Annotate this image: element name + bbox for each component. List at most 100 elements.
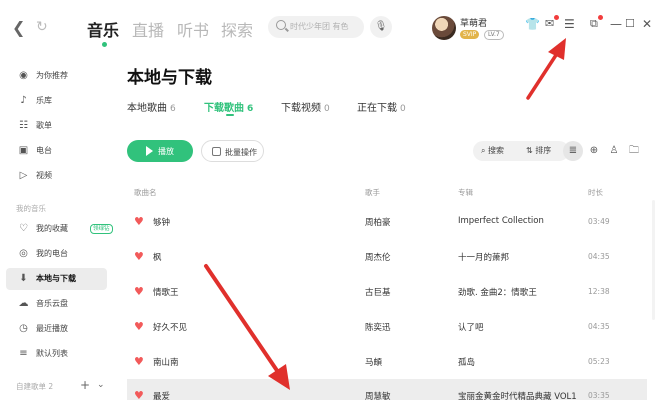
add-playlist-icon[interactable]: +: [80, 378, 90, 392]
song-title[interactable]: 好久不见: [153, 321, 187, 333]
mail-icon[interactable]: ✉: [545, 17, 554, 30]
user-name[interactable]: 草萌君: [460, 16, 487, 29]
sort-label: 排序: [535, 146, 552, 155]
song-title[interactable]: 南山南: [153, 356, 179, 368]
clock-icon: ◷: [19, 323, 28, 334]
sidebar-item-playlist[interactable]: ☷ 歌单: [6, 115, 107, 137]
heart-icon[interactable]: ♥: [134, 321, 145, 332]
avatar[interactable]: [432, 16, 456, 40]
tab-local-songs[interactable]: 本地歌曲 6: [127, 99, 176, 114]
table-row[interactable]: ♥ 情歌王 古巨基 劲歌. 金曲2：情歌王 12:38: [127, 275, 647, 310]
sidebar-item-default-list[interactable]: ≡ 默认列表: [6, 343, 107, 365]
tab-audiobook[interactable]: 听书: [177, 17, 209, 41]
heart-icon[interactable]: ♥: [134, 390, 145, 400]
play-label: 播放: [158, 147, 174, 156]
tab-live[interactable]: 直播: [132, 17, 164, 41]
tab-count: 0: [400, 104, 406, 114]
batch-operation-button[interactable]: 批量操作: [201, 140, 264, 162]
album-name[interactable]: 劲歌. 金曲2：情歌王: [458, 286, 537, 298]
sidebar-item-library[interactable]: ♪ 乐库: [6, 90, 107, 112]
sidebar-item-local-download[interactable]: ⬇ 本地与下载: [6, 268, 107, 290]
tab-music[interactable]: 音乐: [87, 17, 119, 41]
notification-dot: [598, 15, 603, 20]
chevron-left-icon[interactable]: ❮: [12, 18, 25, 37]
artist-name[interactable]: 马頔: [365, 356, 382, 368]
chevron-down-icon[interactable]: ⌄: [97, 380, 105, 390]
artist-name[interactable]: 周杰伦: [365, 251, 391, 263]
song-title[interactable]: 最爱: [153, 390, 170, 400]
user-icon[interactable]: ♙: [604, 141, 624, 161]
artist-name[interactable]: 陈奕迅: [365, 321, 391, 333]
album-name[interactable]: 孤岛: [458, 356, 475, 368]
sidebar: ◉ 为你推荐 ♪ 乐库 ☷ 歌单 ▣ 电台 ▷ 视频 我的音乐 ♡ 我的收藏 领…: [0, 60, 114, 400]
duration: 12:38: [588, 287, 610, 296]
album-name[interactable]: 宝丽金黄金时代精品典藏 VOL1: [458, 390, 577, 400]
sidebar-item-my-radio[interactable]: ◎ 我的电台: [6, 243, 107, 265]
section-custom-playlists: 自建歌单 2: [16, 382, 54, 391]
column-song[interactable]: 歌曲名: [134, 187, 157, 198]
artist-name[interactable]: 古巨基: [365, 286, 391, 298]
miniplayer-icon[interactable]: ⧉: [590, 17, 598, 31]
sidebar-item-label: 本地与下载: [36, 274, 76, 283]
column-time[interactable]: 时长: [588, 187, 603, 198]
album-name[interactable]: Imperfect Collection: [458, 216, 544, 226]
heart-icon[interactable]: ♥: [134, 251, 145, 262]
artist-name[interactable]: 周慧敏: [365, 390, 391, 400]
cloud-icon: ☁: [18, 298, 29, 309]
promo-badge[interactable]: 领绿钻: [90, 224, 113, 234]
table-row[interactable]: ♥ 够钟 周柏豪 Imperfect Collection 03:49: [127, 205, 647, 240]
maximize-icon[interactable]: ☐: [625, 17, 635, 30]
tab-label: 下载歌曲: [204, 103, 244, 114]
sidebar-item-video[interactable]: ▷ 视频: [6, 165, 107, 187]
folder-icon[interactable]: 🗀: [624, 141, 644, 161]
search-list-button[interactable]: ⌕ 搜索: [481, 141, 504, 161]
song-title[interactable]: 够钟: [153, 216, 170, 228]
batch-icon: [212, 147, 221, 156]
heart-icon[interactable]: ♥: [134, 216, 145, 227]
table-row[interactable]: ♥ 南山南 马頔 孤岛 05:23: [127, 345, 647, 380]
heart-icon[interactable]: ♥: [134, 286, 145, 297]
svip-badge[interactable]: SVIP: [460, 30, 480, 39]
page-title: 本地与下载: [127, 68, 212, 88]
list-view-icon[interactable]: ≣: [563, 141, 583, 161]
album-name[interactable]: 认了吧: [458, 321, 484, 333]
minimize-icon[interactable]: —: [610, 17, 622, 31]
tab-downloaded-songs[interactable]: 下载歌曲 6: [204, 99, 253, 114]
scrollbar[interactable]: [652, 200, 655, 320]
column-artist[interactable]: 歌手: [365, 187, 380, 198]
tab-explore[interactable]: 探索: [221, 17, 253, 41]
close-icon[interactable]: ✕: [642, 17, 652, 31]
play-all-button[interactable]: 播放: [127, 140, 193, 162]
sidebar-item-favorites[interactable]: ♡ 我的收藏 领绿钻: [6, 218, 113, 240]
search-input[interactable]: 时代少年团 有色: [268, 16, 364, 38]
refresh-icon[interactable]: ↻: [36, 19, 48, 35]
radio-icon: ◎: [19, 248, 28, 259]
menu-icon[interactable]: ☰: [564, 17, 575, 31]
tab-downloaded-videos[interactable]: 下载视频 0: [281, 99, 330, 114]
heart-icon[interactable]: ♥: [134, 356, 145, 367]
tab-count: 0: [324, 104, 330, 114]
sidebar-item-radio[interactable]: ▣ 电台: [6, 140, 107, 162]
sidebar-item-cloud[interactable]: ☁ 音乐云盘: [6, 293, 107, 315]
table-header: 歌曲名 歌手 专辑 时长: [127, 182, 647, 204]
table-row[interactable]: ♥ 最爱 周慧敏 宝丽金黄金时代精品典藏 VOL1 03:35: [127, 379, 647, 400]
sidebar-item-label: 我的电台: [36, 249, 68, 258]
song-title[interactable]: 枫: [153, 251, 162, 263]
sort-button[interactable]: ⇅ 排序: [526, 141, 551, 161]
table-row[interactable]: ♥ 好久不见 陈奕迅 认了吧 04:35: [127, 310, 647, 345]
tshirt-icon[interactable]: 👕: [525, 17, 540, 31]
tab-downloading[interactable]: 正在下载 0: [357, 99, 406, 114]
duration: 05:23: [588, 357, 610, 366]
tab-label: 本地歌曲: [127, 103, 167, 114]
add-circle-icon[interactable]: ⊕: [584, 141, 604, 161]
song-title[interactable]: 情歌王: [153, 286, 179, 298]
artist-name[interactable]: 周柏豪: [365, 216, 391, 228]
table-row[interactable]: ♥ 枫 周杰伦 十一月的萧邦 04:35: [127, 240, 647, 275]
voice-search-icon[interactable]: 🎙: [370, 16, 392, 38]
sidebar-item-recent[interactable]: ◷ 最近播放: [6, 318, 107, 340]
sidebar-item-label: 最近播放: [36, 324, 68, 333]
album-name[interactable]: 十一月的萧邦: [458, 251, 509, 263]
column-album[interactable]: 专辑: [458, 187, 473, 198]
sidebar-item-recommend[interactable]: ◉ 为你推荐: [6, 65, 107, 87]
tab-label: 正在下载: [357, 103, 397, 114]
